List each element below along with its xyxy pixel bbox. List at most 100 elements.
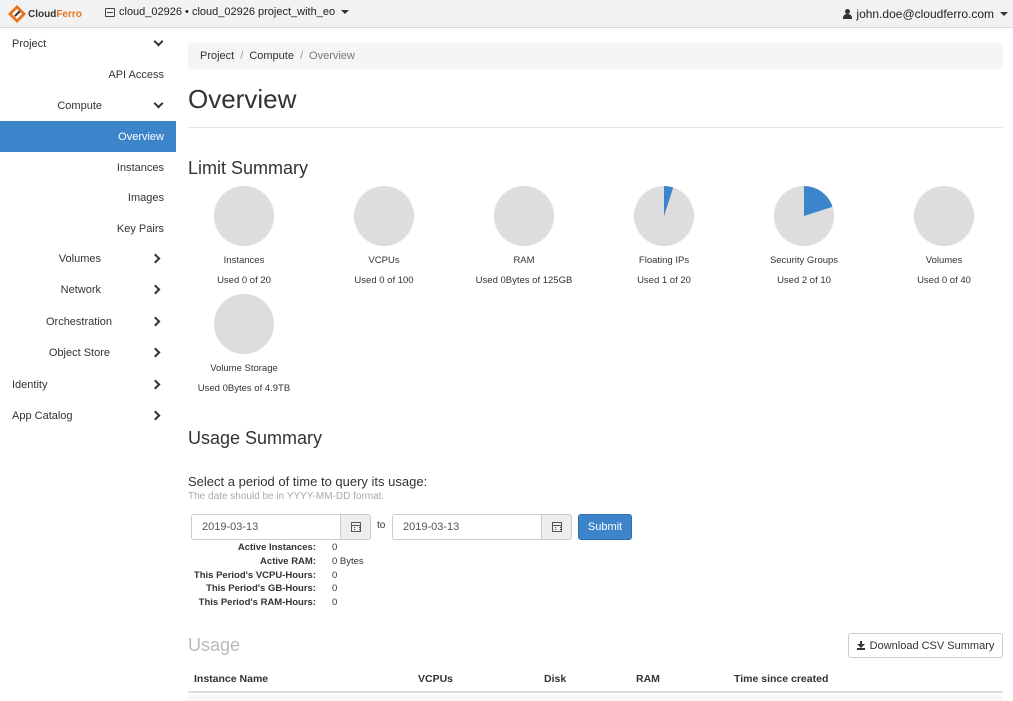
pie-free-slice xyxy=(214,294,274,354)
chevron-right-icon xyxy=(150,284,161,295)
breadcrumb-separator: / xyxy=(240,50,244,62)
breadcrumb: Project / Compute / Overview xyxy=(188,43,1003,69)
chevron-right-icon xyxy=(150,379,161,390)
calendar-icon xyxy=(350,522,361,532)
pie-used-text: Used 0Bytes of 4.9TB xyxy=(197,383,291,394)
top-navbar: CloudFerro cloud_02926 • cloud_02926 pro… xyxy=(0,0,1013,28)
caret-down-icon xyxy=(341,10,350,14)
sidebar-item-app-catalog[interactable]: App Catalog xyxy=(0,400,176,431)
pie-label: Security Groups xyxy=(769,255,839,266)
sidebar-item-volumes[interactable]: Volumes xyxy=(0,243,176,274)
sidebar-item-api-access[interactable]: API Access xyxy=(0,59,176,90)
start-date-input[interactable] xyxy=(191,514,340,540)
pie-label: RAM xyxy=(513,255,535,266)
sidebar-item-compute[interactable]: Compute xyxy=(0,90,176,121)
start-date-group xyxy=(191,514,371,540)
stat-label: This Period's RAM-Hours: xyxy=(198,597,316,608)
sidebar-item-object-store[interactable]: Object Store xyxy=(0,337,176,368)
user-menu[interactable]: john.doe@cloudferro.com xyxy=(843,7,1008,21)
pie-chart xyxy=(214,294,274,354)
download-csv-button[interactable]: Download CSV Summary xyxy=(848,633,1003,658)
limit-pie-floating-ips: Floating IPs Used 1 of 20 xyxy=(606,186,722,286)
sidebar-item-key-pairs[interactable]: Key Pairs xyxy=(0,213,176,244)
column-header-instance-name[interactable]: Instance Name xyxy=(194,673,268,685)
pie-used-text: Used 0 of 100 xyxy=(354,275,414,286)
pie-chart xyxy=(914,186,974,246)
limit-pie-ram: RAM Used 0Bytes of 125GB xyxy=(466,186,582,286)
sidebar-item-label: API Access xyxy=(108,68,164,81)
date-range-to-label: to xyxy=(377,520,386,531)
chevron-down-icon xyxy=(153,98,164,109)
pie-label: Volume Storage xyxy=(210,363,278,374)
breadcrumb-separator: / xyxy=(299,50,304,62)
sidebar-item-instances[interactable]: Instances xyxy=(0,152,176,183)
stat-vcpu-hours: This Period's VCPU-Hours: 0 xyxy=(188,570,548,584)
limit-pie-vcpus: VCPUs Used 0 of 100 xyxy=(326,186,442,286)
sidebar-item-identity[interactable]: Identity xyxy=(0,369,176,400)
user-menu-label: john.doe@cloudferro.com xyxy=(856,7,994,21)
logo-text: CloudFerro xyxy=(28,8,82,20)
pie-label: Volumes xyxy=(925,255,963,266)
pie-used-text: Used 0Bytes of 125GB xyxy=(475,275,573,286)
pie-used-text: Used 1 of 20 xyxy=(637,275,691,286)
column-header-vcpus[interactable]: VCPUs xyxy=(418,673,453,685)
column-header-time-since-created[interactable]: Time since created xyxy=(734,673,828,685)
project-selector[interactable]: cloud_02926 • cloud_02926 project_with_e… xyxy=(105,6,350,18)
submit-button[interactable]: Submit xyxy=(578,514,632,540)
sidebar-item-overview[interactable]: Overview xyxy=(0,121,176,152)
sidebar-item-project[interactable]: Project xyxy=(0,28,176,59)
column-header-ram[interactable]: RAM xyxy=(636,673,660,685)
usage-summary-title: Usage Summary xyxy=(188,428,323,448)
start-date-calendar-button[interactable] xyxy=(340,514,371,540)
download-icon xyxy=(856,641,865,650)
stat-ram-hours: This Period's RAM-Hours: 0 xyxy=(188,597,548,611)
pie-chart xyxy=(774,186,834,246)
breadcrumb-current: Overview xyxy=(309,50,355,62)
pie-chart xyxy=(634,186,694,246)
sidebar-item-orchestration[interactable]: Orchestration xyxy=(0,306,176,337)
usage-title: Usage xyxy=(188,635,241,655)
sidebar-item-label: Compute xyxy=(57,99,102,112)
query-help-text: The date should be in YYYY-MM-DD format. xyxy=(188,491,385,502)
project-selector-label: cloud_02926 • cloud_02926 project_with_e… xyxy=(119,6,336,18)
sidebar-item-images[interactable]: Images xyxy=(0,182,176,213)
pie-free-slice xyxy=(914,186,974,246)
breadcrumb-project[interactable]: Project xyxy=(200,50,234,62)
sidebar-item-network[interactable]: Network xyxy=(0,274,176,305)
page-title: Overview xyxy=(188,84,297,114)
sidebar-item-label: Orchestration xyxy=(45,315,112,328)
end-date-calendar-button[interactable] xyxy=(541,514,572,540)
caret-down-icon xyxy=(1000,12,1008,16)
stat-value: 0 xyxy=(332,583,338,594)
pie-free-slice xyxy=(354,186,414,246)
pie-label: Instances xyxy=(223,255,265,266)
query-title: Select a period of time to query its usa… xyxy=(188,474,428,489)
sidebar-item-label: Images xyxy=(127,191,164,204)
usage-table-body xyxy=(188,695,1003,701)
pie-used-text: Used 0 of 20 xyxy=(217,275,271,286)
cloudferro-logo[interactable]: CloudFerro xyxy=(8,4,82,24)
pie-used-text: Used 2 of 10 xyxy=(777,275,831,286)
chevron-right-icon xyxy=(150,410,161,421)
sidebar-item-label: Identity xyxy=(12,378,48,391)
stat-value: 0 Bytes xyxy=(332,556,364,567)
pie-used-text: Used 0 of 40 xyxy=(917,275,971,286)
chevron-down-icon xyxy=(153,36,164,47)
pie-chart xyxy=(494,186,554,246)
end-date-input[interactable] xyxy=(392,514,541,540)
chevron-right-icon xyxy=(150,316,161,327)
divider xyxy=(188,127,1003,128)
server-icon xyxy=(105,7,115,17)
breadcrumb-compute[interactable]: Compute xyxy=(249,50,294,62)
sidebar-item-label: Volumes xyxy=(58,252,101,265)
column-header-disk[interactable]: Disk xyxy=(544,673,566,685)
calendar-icon xyxy=(551,522,562,532)
sidebar-item-label: App Catalog xyxy=(12,409,73,422)
stat-label: Active RAM: xyxy=(260,556,316,567)
download-csv-label: Download CSV Summary xyxy=(869,639,995,652)
pie-free-slice xyxy=(494,186,554,246)
usage-table-header: Instance Name VCPUs Disk RAM Time since … xyxy=(188,668,1003,693)
limit-summary-title: Limit Summary xyxy=(188,158,309,178)
sidebar-item-label: Project xyxy=(12,37,47,50)
logo-mark-icon xyxy=(8,5,26,23)
